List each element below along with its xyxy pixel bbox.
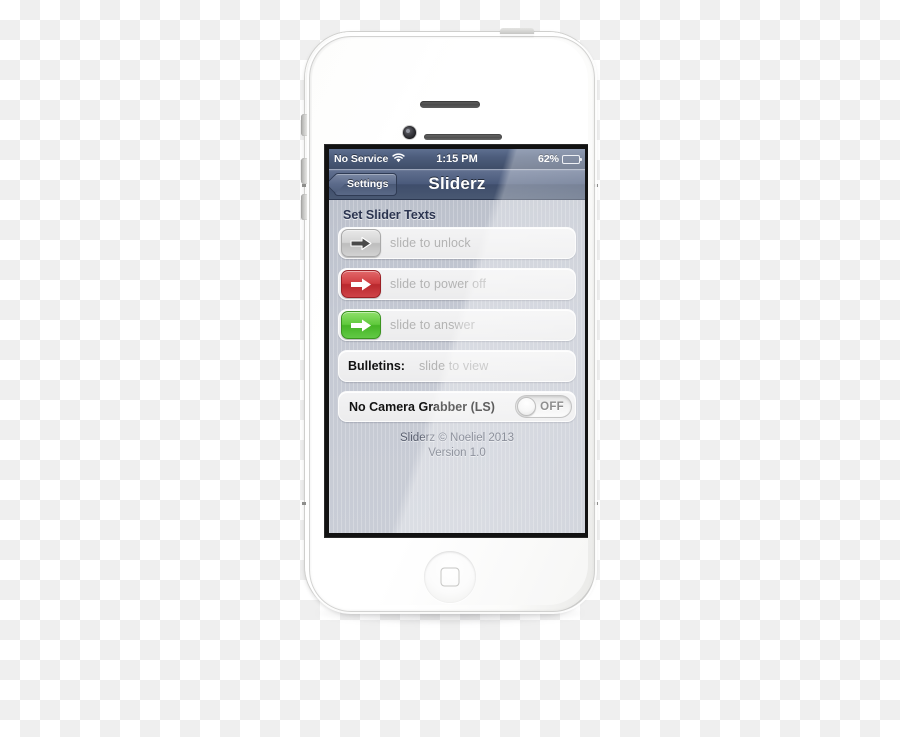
- section-header-set-slider-texts: Set Slider Texts: [343, 208, 436, 222]
- no-camera-grabber-label: No Camera Grabber (LS): [349, 399, 495, 414]
- volume-up-button[interactable]: [301, 158, 308, 184]
- toggle-state-label: OFF: [540, 400, 564, 413]
- slider-row-unlock[interactable]: slide to unlock: [338, 227, 576, 259]
- device-screen: No Service 1:15 PM 62% Settings Sliderz …: [329, 149, 585, 533]
- back-button-label: Settings: [347, 178, 389, 190]
- back-button-settings[interactable]: Settings: [334, 172, 398, 196]
- speaker-grille-icon: [424, 134, 502, 140]
- front-camera-icon: [403, 126, 416, 139]
- app-footer: Sliderz © Noeliel 2013 Version 1.0: [329, 431, 585, 461]
- arrow-right-icon-gray[interactable]: [341, 229, 381, 257]
- settings-content: Set Slider Texts slide to unlock slide t…: [329, 200, 585, 533]
- slider-text-cells: slide to unlock slide to power off slide…: [329, 227, 585, 422]
- arrow-right-icon-green[interactable]: [341, 311, 381, 339]
- arrow-right-icon-red[interactable]: [341, 270, 381, 298]
- earpiece-speaker-icon: [420, 101, 480, 108]
- toggle-knob[interactable]: [517, 397, 536, 416]
- footer-copyright: Sliderz © Noeliel 2013: [400, 432, 514, 444]
- bulletins-label: Bulletins:: [348, 359, 405, 373]
- status-bar-right: 62%: [537, 153, 582, 165]
- bulletins-row[interactable]: Bulletins: slide to view: [338, 350, 576, 382]
- slider-row-power-off[interactable]: slide to power off: [338, 268, 576, 300]
- bulletins-placeholder[interactable]: slide to view: [419, 359, 488, 373]
- mute-switch[interactable]: [301, 114, 308, 136]
- status-bar: No Service 1:15 PM 62%: [329, 149, 585, 169]
- power-button[interactable]: [500, 28, 534, 36]
- slider-unlock-placeholder[interactable]: slide to unlock: [390, 236, 471, 250]
- home-button[interactable]: [424, 551, 476, 603]
- battery-icon: [562, 154, 582, 164]
- slider-power-off-placeholder[interactable]: slide to power off: [390, 277, 486, 291]
- slider-row-answer[interactable]: slide to answer: [338, 309, 576, 341]
- carrier-label: No Service: [334, 153, 389, 165]
- antenna-break-left: [302, 184, 306, 187]
- antenna-break-right-lower: [594, 502, 598, 505]
- antenna-break-right: [594, 184, 598, 187]
- no-camera-grabber-toggle[interactable]: OFF: [515, 395, 572, 418]
- device-front-face: No Service 1:15 PM 62% Settings Sliderz …: [312, 39, 588, 605]
- antenna-break-left-lower: [302, 502, 306, 505]
- no-camera-grabber-row: No Camera Grabber (LS) OFF: [338, 391, 576, 422]
- wifi-icon: [392, 152, 405, 166]
- home-button-square-icon: [440, 567, 460, 587]
- iphone-device: No Service 1:15 PM 62% Settings Sliderz …: [301, 28, 598, 624]
- slider-answer-placeholder[interactable]: slide to answer: [390, 318, 475, 332]
- navigation-bar: Settings Sliderz: [329, 169, 585, 200]
- status-bar-left: No Service: [334, 152, 405, 166]
- footer-version: Version 1.0: [428, 447, 486, 459]
- volume-down-button[interactable]: [301, 194, 308, 220]
- battery-percent-label: 62%: [537, 153, 559, 165]
